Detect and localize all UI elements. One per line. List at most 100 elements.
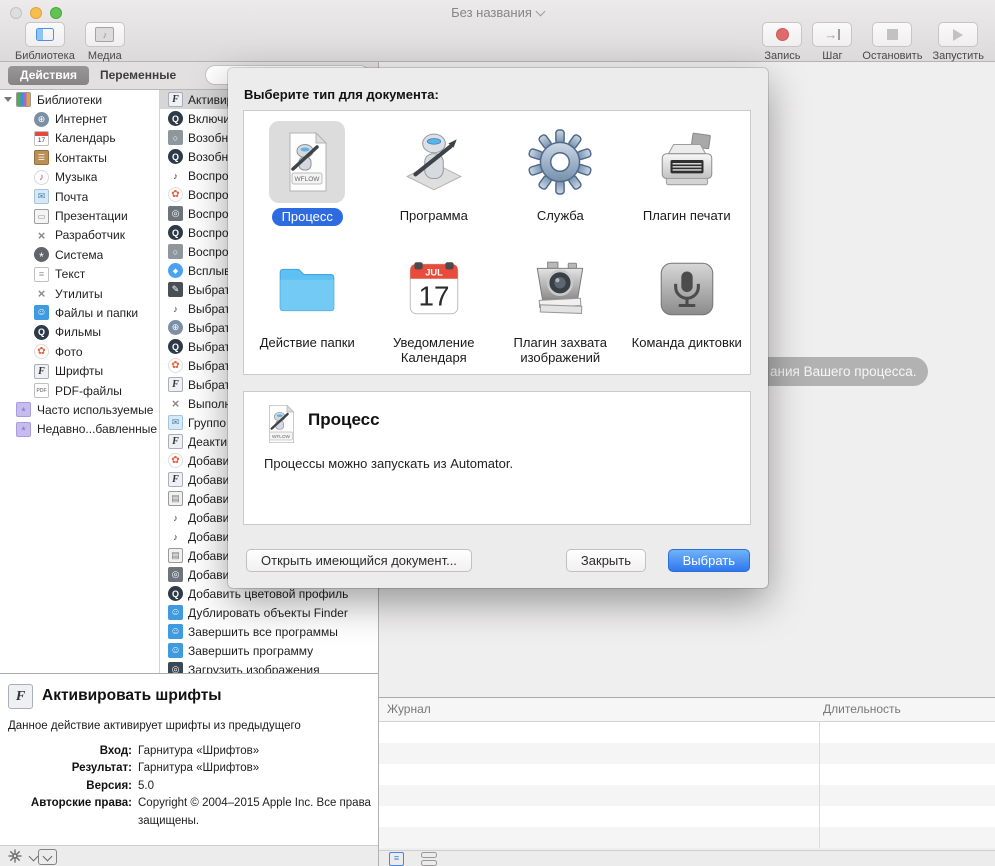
photos-icon: ✿ xyxy=(168,358,183,373)
sidebar-item[interactable]: Библиотеки xyxy=(0,90,159,109)
finder-icon: ☺ xyxy=(34,305,49,320)
stop-icon xyxy=(887,29,898,40)
title-chevron-down-icon[interactable] xyxy=(535,7,545,17)
close-button[interactable]: Закрыть xyxy=(566,549,646,572)
action-list-item[interactable]: ☺Завершить все программы xyxy=(160,622,378,641)
type-application[interactable]: Программа xyxy=(371,117,498,244)
stop-button-label: Остановить xyxy=(862,50,922,62)
disclosure-triangle-icon[interactable] xyxy=(4,97,12,102)
panel-collapse-button[interactable] xyxy=(38,849,57,865)
choose-button[interactable]: Выбрать xyxy=(668,549,750,572)
run-icon xyxy=(953,29,963,41)
selected-type-description: Процессы можно запускать из Automator. xyxy=(264,456,513,471)
contacts-icon: ☰ xyxy=(34,150,49,165)
action-item-label: Дублировать объекты Finder xyxy=(188,606,348,620)
action-list-item[interactable]: ◎Загрузить изображения xyxy=(160,660,378,673)
type-dictation-command[interactable]: Команда диктовки xyxy=(624,244,751,371)
libraries-icon xyxy=(16,92,31,107)
sidebar-item[interactable]: ⊕Интернет xyxy=(0,109,159,128)
svg-text:WFLOW: WFLOW xyxy=(295,176,321,183)
tab-variables[interactable]: Переменные xyxy=(100,66,176,85)
action-item-label: Воспро xyxy=(188,169,229,183)
type-label-dictation-command: Команда диктовки xyxy=(632,335,742,351)
mail-icon: ✉ xyxy=(168,415,183,430)
globe-icon: ⊕ xyxy=(168,320,183,335)
action-detail-panel: F Активировать шрифты Данное действие ак… xyxy=(0,674,378,845)
finder-icon: ☺ xyxy=(168,643,183,658)
action-list-item[interactable]: ☺Дублировать объекты Finder xyxy=(160,603,378,622)
step-button[interactable]: → Шаг xyxy=(812,22,852,62)
sidebar-item[interactable]: FШрифты xyxy=(0,361,159,380)
tab-actions[interactable]: Действия xyxy=(8,66,89,85)
sidebar-item-label: Календарь xyxy=(55,131,116,145)
type-label-folder-action: Действие папки xyxy=(260,335,355,351)
sidebar-item[interactable]: ☺ Файлы и папки xyxy=(0,303,159,322)
action-list-item[interactable]: ☺Завершить программу xyxy=(160,641,378,660)
results-view-icon[interactable] xyxy=(421,852,437,866)
sidebar-item[interactable]: ✉Почта xyxy=(0,187,159,206)
sidebar-item[interactable]: ✿Фото xyxy=(0,342,159,361)
action-menu-button[interactable] xyxy=(8,849,37,863)
library-toggle-button[interactable]: Библиотека xyxy=(15,22,75,62)
sidebar-item-label: Шрифты xyxy=(55,364,103,378)
action-item-label: Добави xyxy=(188,530,229,544)
type-print-plugin[interactable]: Плагин печати xyxy=(624,117,751,244)
sidebar-item[interactable]: ☰ Контакты xyxy=(0,148,159,167)
pdf-icon: PDF xyxy=(34,383,49,398)
sidebar-item[interactable]: ♪Музыка xyxy=(0,168,159,187)
open-existing-document-button[interactable]: Открыть имеющийся документ... xyxy=(246,549,472,572)
record-icon xyxy=(776,28,789,41)
log-column-divider xyxy=(819,722,820,848)
media-icon: ♪ xyxy=(95,27,114,42)
sidebar-item[interactable]: ×Утилиты xyxy=(0,284,159,303)
stop-button[interactable]: Остановить xyxy=(862,22,922,62)
slideshow-icon: ▤ xyxy=(168,491,183,506)
type-label-calendar-alarm: Уведомление Календаря xyxy=(371,335,498,366)
devx-icon: × xyxy=(34,228,49,243)
sidebar-item-label: Контакты xyxy=(55,151,107,165)
action-item-label: Группо xyxy=(188,416,226,430)
new-document-dialog: Выберите тип для документа: WFLOW П xyxy=(228,68,768,588)
devx-icon: × xyxy=(34,286,49,301)
log-view-icon[interactable]: ≡ xyxy=(389,852,404,866)
record-button[interactable]: Запись xyxy=(762,22,802,62)
sidebar-item[interactable]: ≡Текст xyxy=(0,265,159,284)
action-item-label: Деакти xyxy=(188,435,227,449)
action-item-label: Включи xyxy=(188,112,230,126)
media-button[interactable]: ♪ Медиа xyxy=(85,22,125,62)
detail-field-row: Результат: Гарнитура «Шрифтов» xyxy=(0,760,372,777)
sidebar-item[interactable]: *Система xyxy=(0,245,159,264)
log-column-duration[interactable]: Длительность xyxy=(823,702,901,716)
field-label: Версия: xyxy=(0,778,138,795)
media-button-label: Медиа xyxy=(88,50,122,62)
sidebar-item[interactable]: ×Разработчик xyxy=(0,226,159,245)
type-service[interactable]: Служба xyxy=(497,117,624,244)
gear-icon xyxy=(8,849,22,863)
action-item-label: Выбрат xyxy=(188,359,230,373)
action-item-label: Возобн xyxy=(188,131,228,145)
action-detail-description: Данное действие активирует шрифты из пре… xyxy=(8,720,373,732)
workflow-document-small-icon: WFLOW xyxy=(264,404,298,444)
camera-icon: ◎ xyxy=(168,206,183,221)
canvas-hint-text: ания Вашего процесса. xyxy=(770,357,916,386)
field-value: Гарнитура «Шрифтов» xyxy=(138,760,372,777)
type-calendar-alarm[interactable]: JUL 17 Уведомление Календаря xyxy=(371,244,498,371)
run-button[interactable]: Запустить xyxy=(932,22,984,62)
sidebar-item[interactable]: ▭Презентации xyxy=(0,206,159,225)
selected-type-title: Процесс xyxy=(308,410,380,430)
smartfolder-icon: * xyxy=(16,422,31,437)
log-column-journal[interactable]: Журнал xyxy=(387,702,431,716)
quicktime-icon: Q xyxy=(168,586,183,601)
sidebar-item[interactable]: *Часто используемые xyxy=(0,400,159,419)
sidebar-item-label: Файлы и папки xyxy=(55,306,138,320)
sidebar-item[interactable]: *Недавно...бавленные xyxy=(0,420,159,439)
sidebar-item[interactable]: QФильмы xyxy=(0,323,159,342)
sidebar-item[interactable]: 17Календарь xyxy=(0,129,159,148)
type-workflow[interactable]: WFLOW Процесс xyxy=(244,117,371,244)
speaker-icon: ○ xyxy=(168,244,183,259)
type-description-box: WFLOW Процесс Процессы можно запускать и… xyxy=(243,391,751,525)
action-item-label: Активир xyxy=(188,93,233,107)
type-folder-action[interactable]: Действие папки xyxy=(244,244,371,371)
sidebar-item[interactable]: PDFPDF-файлы xyxy=(0,381,159,400)
type-image-capture-plugin[interactable]: Плагин захвата изображений xyxy=(497,244,624,371)
